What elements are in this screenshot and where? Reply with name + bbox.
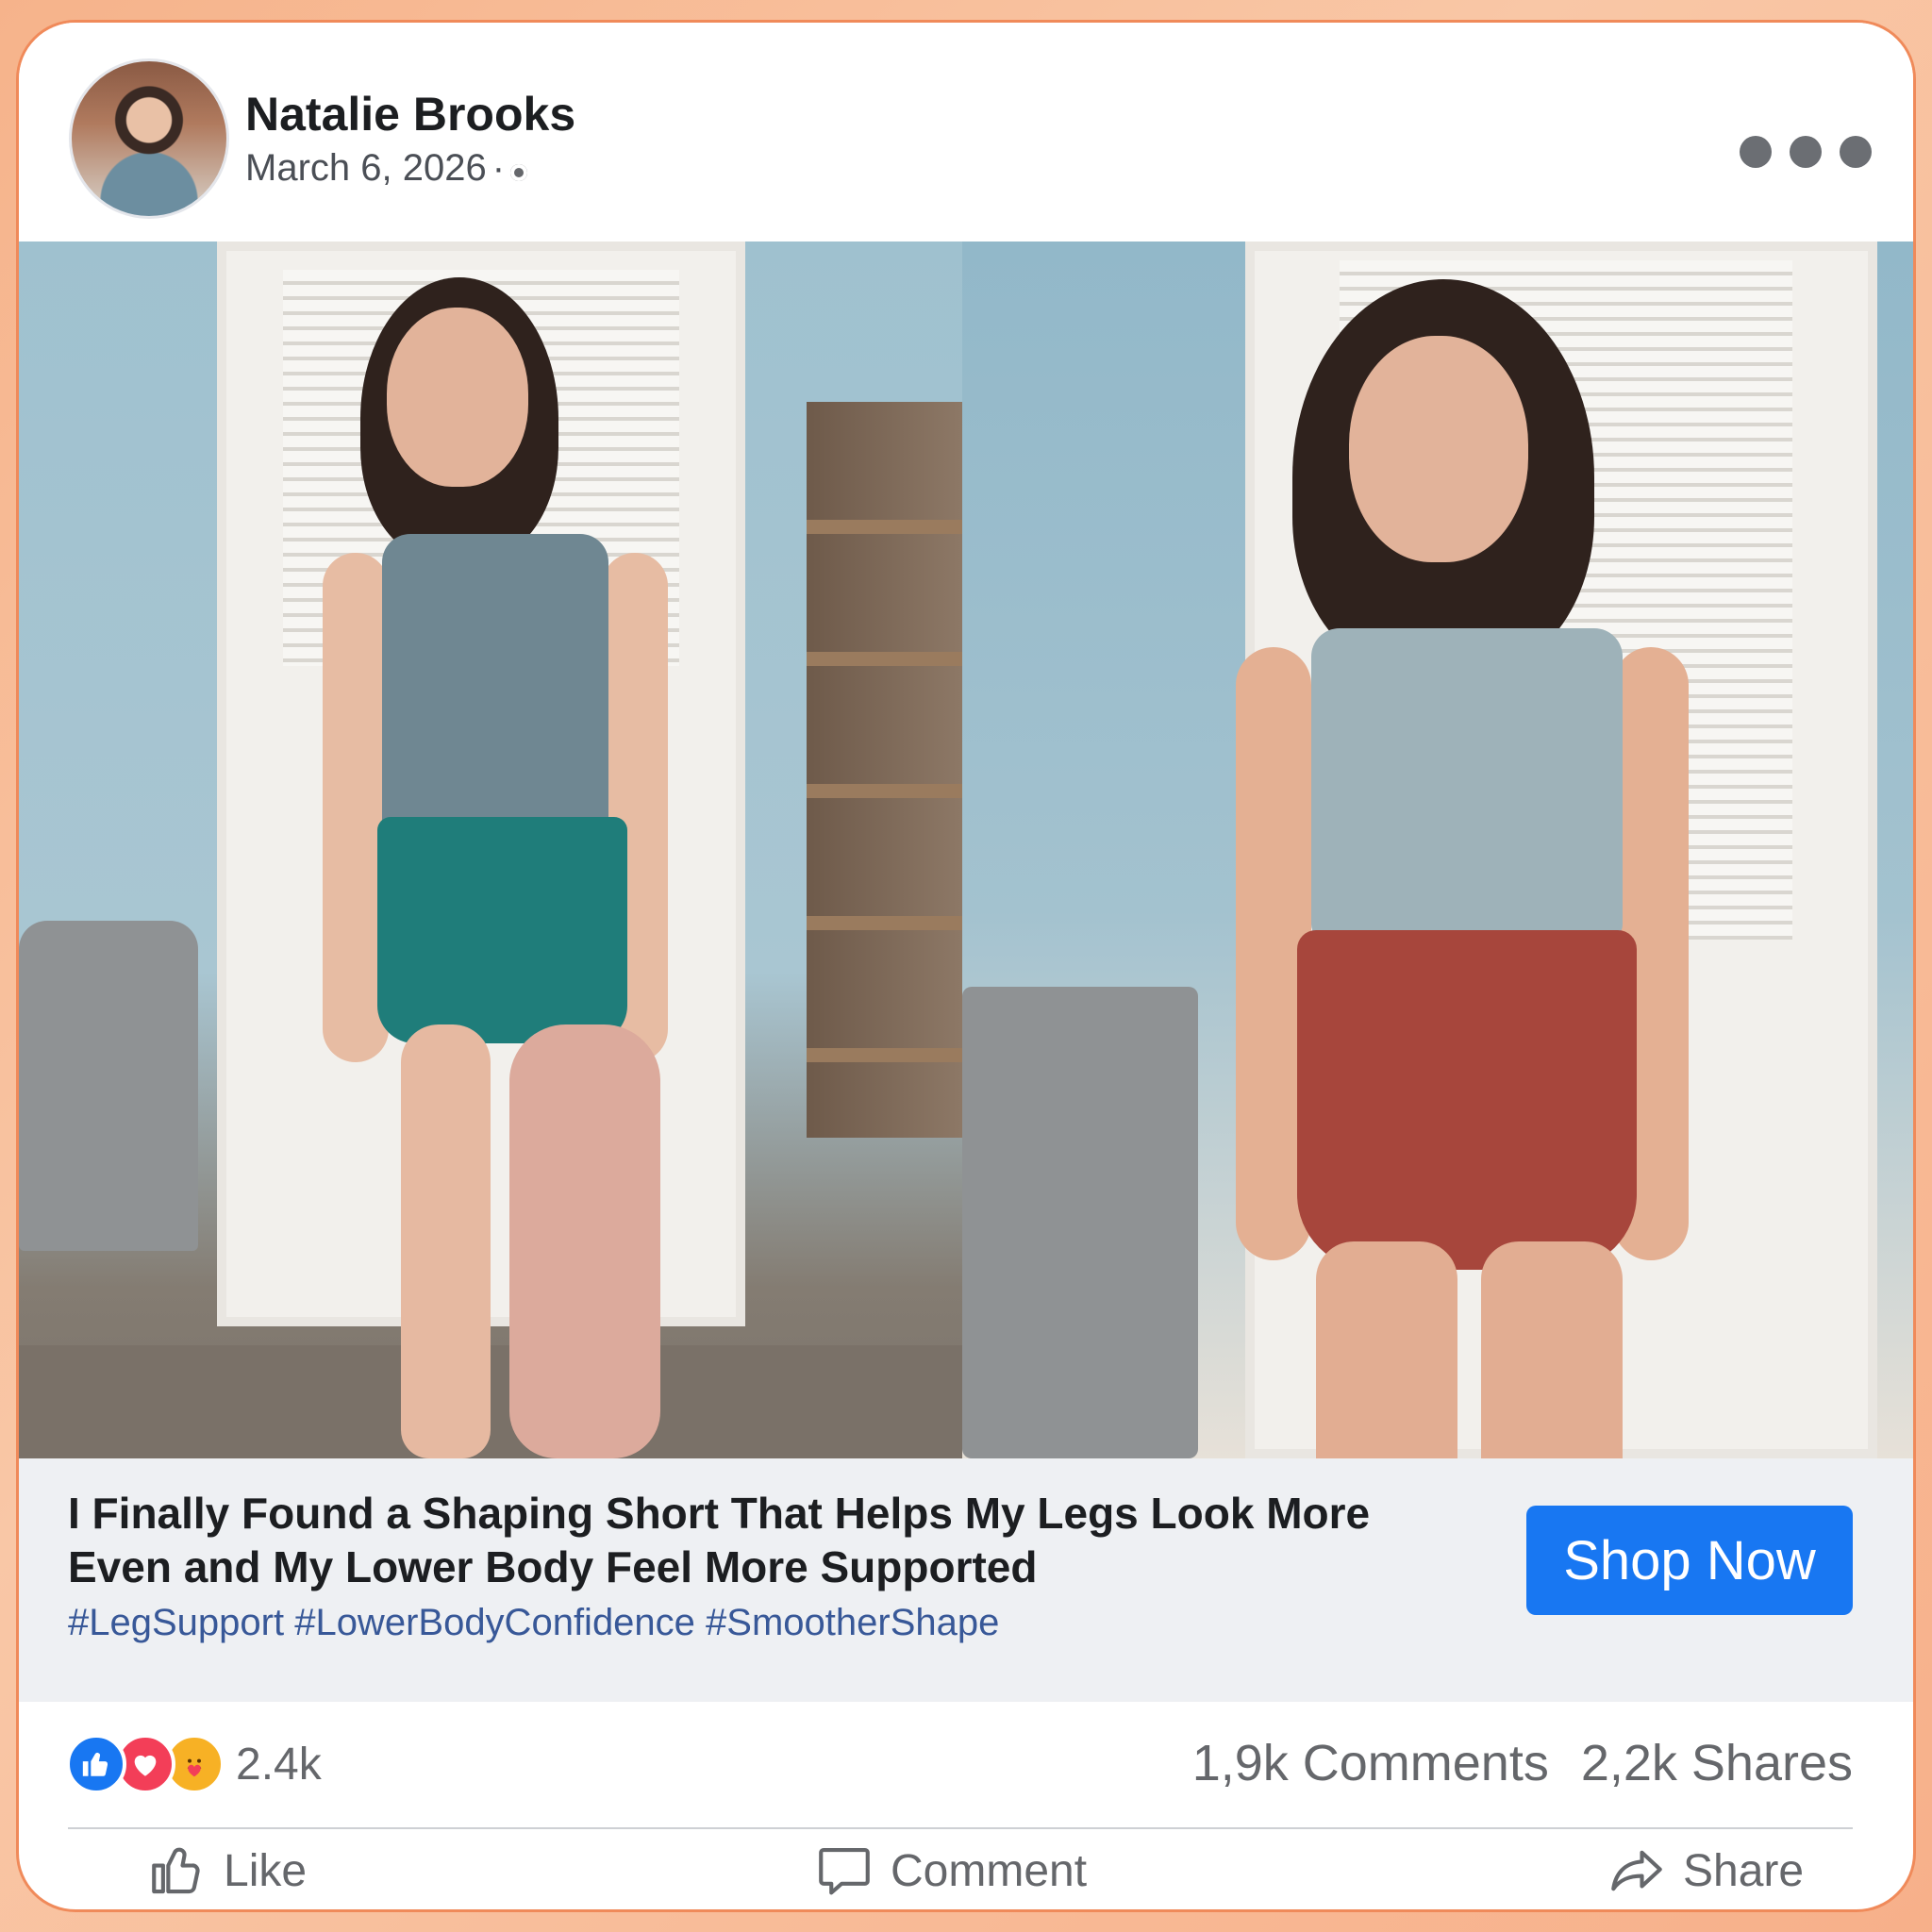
- bookshelf: [807, 402, 962, 1138]
- like-icon: [66, 1734, 126, 1794]
- tank-top: [1311, 628, 1623, 940]
- more-options-button[interactable]: [1740, 128, 1872, 175]
- ad-caption: I Finally Found a Shaping Short That Hel…: [19, 1458, 1913, 1702]
- reaction-count: 2.4k: [236, 1739, 322, 1790]
- leg: [509, 1024, 660, 1458]
- action-bar: Like Comment Share: [19, 1830, 1913, 1909]
- leg: [401, 1024, 491, 1458]
- share-arrow-icon: [1611, 1850, 1662, 1891]
- globe-icon: [510, 163, 528, 181]
- share-label: Share: [1683, 1845, 1805, 1896]
- meta-separator: ·: [491, 147, 506, 189]
- face: [1349, 336, 1528, 562]
- dot-icon: [1740, 136, 1772, 168]
- floor: [19, 1345, 962, 1458]
- shares-count[interactable]: 2,2k Shares: [1581, 1734, 1853, 1792]
- after-photo: [962, 242, 1913, 1458]
- shorts: [377, 817, 627, 1043]
- post-image[interactable]: [19, 242, 1913, 1458]
- tank-top: [382, 534, 608, 845]
- engagement-counts: 1,9k Comments 2,2k Shares: [1192, 1734, 1853, 1792]
- ad-headline[interactable]: I Finally Found a Shaping Short That Hel…: [68, 1487, 1464, 1594]
- comment-label: Comment: [891, 1845, 1088, 1896]
- leg: [1316, 1241, 1457, 1458]
- hashtags[interactable]: #LegSupport #LowerBodyConfidence #Smooth…: [68, 1602, 999, 1644]
- dot-icon: [1790, 136, 1822, 168]
- shop-now-button[interactable]: Shop Now: [1526, 1506, 1853, 1615]
- post-header: Natalie Brooks March 6, 2026 ·: [19, 23, 1913, 240]
- comment-icon: [819, 1847, 870, 1895]
- like-label: Like: [224, 1845, 308, 1896]
- before-photo: [19, 242, 962, 1458]
- like-button[interactable]: Like: [146, 1840, 307, 1902]
- post-card: Natalie Brooks March 6, 2026 · I Finally…: [19, 23, 1913, 1909]
- post-meta: March 6, 2026 ·: [245, 147, 528, 190]
- leg: [1481, 1241, 1623, 1458]
- share-button[interactable]: Share: [1606, 1840, 1804, 1902]
- sofa: [962, 987, 1198, 1458]
- author-name[interactable]: Natalie Brooks: [245, 87, 575, 142]
- avatar[interactable]: [69, 58, 229, 219]
- reactions-summary[interactable]: 2.4k: [66, 1734, 322, 1794]
- comments-count[interactable]: 1,9k Comments: [1192, 1734, 1549, 1792]
- divider: [68, 1827, 1853, 1829]
- shaping-shorts: [1297, 930, 1637, 1270]
- face: [387, 308, 528, 487]
- dot-icon: [1840, 136, 1872, 168]
- thumbs-up-icon: [152, 1847, 200, 1894]
- comment-button[interactable]: Comment: [813, 1840, 1087, 1902]
- sofa: [19, 921, 198, 1251]
- post-date[interactable]: March 6, 2026: [245, 147, 487, 190]
- engagement-stats: 2.4k 1,9k Comments 2,2k Shares: [19, 1704, 1913, 1826]
